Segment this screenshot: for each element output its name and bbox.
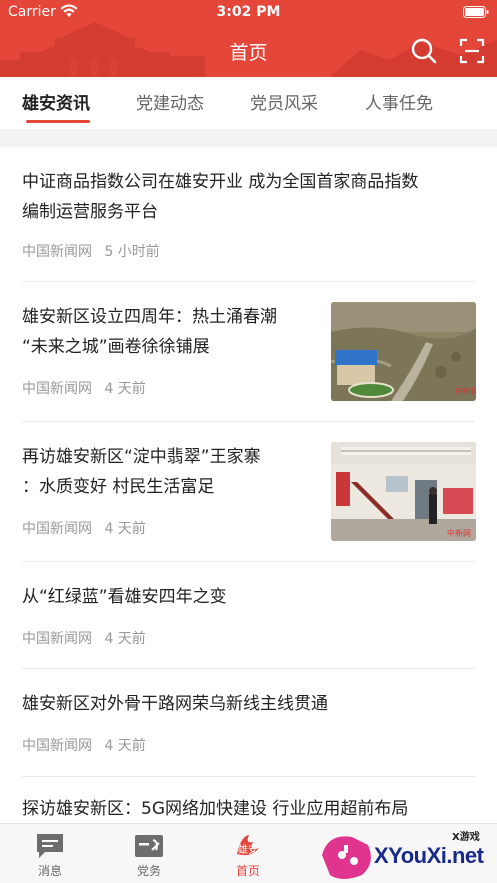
news-meta: 中国新闻网 5 小时前 [22,241,160,261]
tab-xiongan-news[interactable]: 雄安资讯 [22,89,90,114]
watermark-top-text: X游戏 [452,832,480,843]
news-title: 再访雄安新区“淀中翡翠”王家寨 ：水质变好 村民生活富足 [22,447,261,497]
news-source: 中国新闻网 [22,381,92,397]
app-header: Carrier 3:02 PM 首页 [0,0,497,77]
tab-party-building[interactable]: 党建动态 [136,89,204,114]
scan-icon[interactable] [458,37,486,65]
news-item[interactable]: 雄安新区对外骨干路网荣乌新线主线贯通 中国新闻网 4 天前 [0,669,497,776]
tabbar-label: 消息 [37,864,62,878]
status-time: 3:02 PM [216,4,281,20]
thumb-caption: 中新网 [447,528,471,538]
news-meta: 中国新闻网 4 天前 [22,518,146,538]
news-thumbnail-courtyard: 中新网 [331,442,476,541]
tabbar-party-affairs[interactable]: 党务 [109,824,189,883]
news-source: 中国新闻网 [22,738,92,754]
search-icon[interactable] [410,37,438,65]
news-thumbnail-aerial-village: 中新网 [331,302,476,401]
tabbar-label: 党务 [136,864,161,878]
battery-icon [463,6,489,18]
tabbar-messages[interactable]: 消息 [10,824,90,883]
status-bar: Carrier 3:02 PM [0,0,497,26]
category-tabs: 雄安资讯 党建动态 党员风采 人事任免 [0,77,497,129]
news-title: 雄安新区对外骨干路网荣乌新线主线贯通 [22,694,328,714]
tabbar-label: 首页 [235,864,260,878]
tab-party-members[interactable]: 党员风采 [250,89,318,114]
news-title: 从“红绿蓝”看雄安四年之变 [22,587,227,607]
thumb-caption: 中新网 [455,386,476,396]
news-time: 4 天前 [104,738,146,754]
news-item[interactable]: 中证商品指数公司在雄安开业 成为全国首家商品指数 编制运营服务平台 中国新闻网 … [0,147,497,281]
news-list: 中证商品指数公司在雄安开业 成为全国首家商品指数 编制运营服务平台 中国新闻网 … [0,147,497,823]
message-icon [37,834,63,858]
news-title: 雄安新区设立四周年：热土涌春潮 “未来之城”画卷徐徐铺展 [22,307,277,357]
news-source: 中国新闻网 [22,521,92,537]
watermark-text: XYouXi.net [374,843,484,868]
news-item[interactable]: 探访雄安新区：5G网络加快建设 行业应用超前布局 [0,777,497,823]
news-time: 5 小时前 [104,244,160,260]
news-title: 探访雄安新区：5G网络加快建设 行业应用超前布局 [22,799,409,819]
news-item[interactable]: 再访雄安新区“淀中翡翠”王家寨 ：水质变好 村民生活富足 中国新闻网 4 天前 … [0,422,497,561]
news-time: 4 天前 [104,381,146,397]
party-emblem-icon [135,835,163,857]
section-separator [0,129,497,147]
news-meta: 中国新闻网 4 天前 [22,628,146,648]
news-meta: 中国新闻网 4 天前 [22,735,146,755]
svg-text:雄安: 雄安 [238,843,258,856]
news-title: 中证商品指数公司在雄安开业 成为全国首家商品指数 编制运营服务平台 [22,172,419,222]
news-item[interactable]: 雄安新区设立四周年：热土涌春潮 “未来之城”画卷徐徐铺展 中国新闻网 4 天前 … [0,282,497,421]
news-time: 4 天前 [104,521,146,537]
news-item[interactable]: 从“红绿蓝”看雄安四年之变 中国新闻网 4 天前 [0,562,497,668]
active-tab-indicator [26,120,90,123]
news-source: 中国新闻网 [22,631,92,647]
news-meta: 中国新闻网 4 天前 [22,378,146,398]
tabbar-home[interactable]: 雄安 首页 [208,824,288,883]
tab-personnel[interactable]: 人事任免 [365,89,433,114]
home-logo-icon: 雄安 [237,835,259,856]
news-source: 中国新闻网 [22,244,92,260]
news-time: 4 天前 [104,631,146,647]
